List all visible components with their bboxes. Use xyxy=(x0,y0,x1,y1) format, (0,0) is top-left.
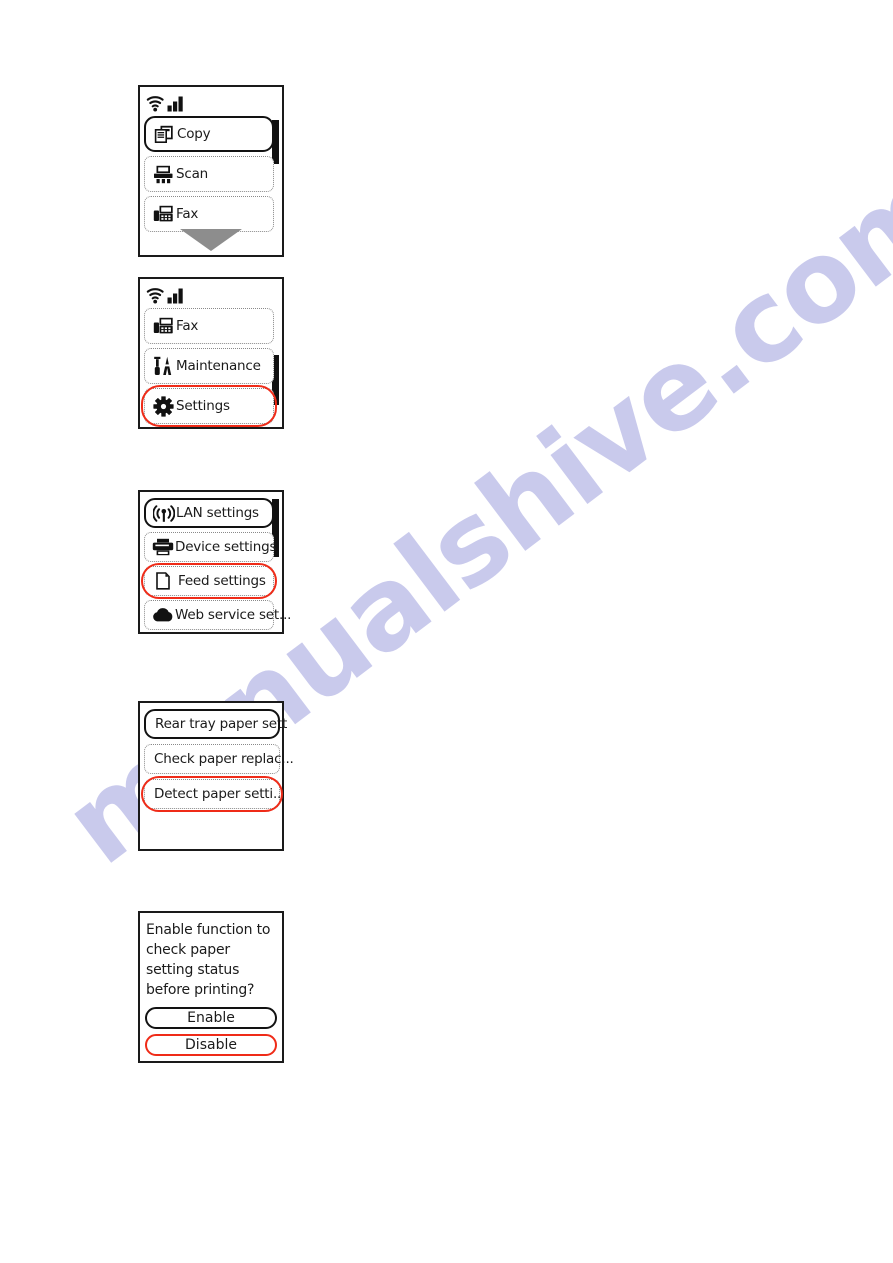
printer-screen-settings-menu: LAN settings Device settings Feed settin… xyxy=(138,490,291,634)
maintenance-icon xyxy=(151,353,175,379)
signal-bars-icon xyxy=(167,95,187,112)
menu-item-label: LAN settings xyxy=(176,505,259,521)
fax-icon xyxy=(151,201,175,227)
scan-icon xyxy=(151,161,175,187)
copy-icon xyxy=(152,121,176,147)
printer-screen-home-bottom: Fax Maintenance Settings xyxy=(138,277,284,429)
menu-list: Rear tray paper sett Check paper replac.… xyxy=(141,709,294,812)
menu-item-label: Copy xyxy=(177,126,211,142)
menu-item-feed-settings[interactable]: Feed settings xyxy=(141,563,277,599)
arrow-down-icon xyxy=(180,229,242,251)
menu-list: Fax Maintenance Settings xyxy=(141,308,277,427)
menu-item-fax[interactable]: Fax xyxy=(144,308,274,344)
page-watermark: manualshive.com xyxy=(0,0,893,1263)
menu-item-settings[interactable]: Settings xyxy=(141,385,277,427)
status-bar xyxy=(144,90,278,116)
printer-screen-home-top: Copy Scan Fax xyxy=(138,85,284,257)
menu-item-scan[interactable]: Scan xyxy=(144,156,274,192)
wifi-icon xyxy=(146,95,166,112)
menu-item-detect-paper-setting[interactable]: Detect paper setti... xyxy=(141,776,285,812)
menu-list: LAN settings Device settings Feed settin… xyxy=(141,498,291,630)
menu-item-label: Scan xyxy=(176,166,209,182)
menu-item-copy[interactable]: Copy xyxy=(144,116,274,152)
dialog-message: Enable function to check paper setting s… xyxy=(146,922,271,998)
menu-item-lan-settings[interactable]: LAN settings xyxy=(144,498,274,528)
wifi-icon xyxy=(146,287,166,304)
arrow-down-container xyxy=(140,229,282,251)
printer-icon xyxy=(151,534,175,560)
menu-item-label: Web service set... xyxy=(175,607,292,623)
menu-item-label: Settings xyxy=(176,398,230,414)
menu-item-rear-tray-paper-settings[interactable]: Rear tray paper sett xyxy=(144,709,287,739)
enable-button[interactable]: Enable xyxy=(145,1007,277,1029)
menu-item-label: Fax xyxy=(176,206,199,222)
gear-icon xyxy=(151,393,175,419)
printer-screen-detect-paper-dialog: Enable function to check paper setting s… xyxy=(138,911,284,1063)
status-bar xyxy=(144,282,278,308)
menu-item-label: Rear tray paper sett xyxy=(155,716,288,732)
menu-item-label: Fax xyxy=(176,318,199,334)
menu-item-label: Device settings xyxy=(175,539,277,555)
printer-screen-feed-settings: Rear tray paper sett Check paper replac.… xyxy=(138,701,294,851)
disable-button-label: Disable xyxy=(185,1037,237,1053)
menu-item-device-settings[interactable]: Device settings xyxy=(144,532,277,562)
menu-item-label: Check paper replac... xyxy=(154,751,294,767)
lan-icon xyxy=(152,500,176,526)
menu-item-fax[interactable]: Fax xyxy=(144,196,274,232)
menu-item-label: Maintenance xyxy=(176,358,261,374)
signal-bars-icon xyxy=(167,287,187,304)
menu-item-label: Detect paper setti... xyxy=(154,786,286,802)
enable-button-label: Enable xyxy=(187,1010,235,1026)
menu-item-check-paper-replacement[interactable]: Check paper replac... xyxy=(144,744,294,774)
fax-icon xyxy=(151,313,175,339)
cloud-icon xyxy=(151,602,175,628)
menu-list: Copy Scan Fax xyxy=(144,116,274,232)
menu-item-web-service-settings[interactable]: Web service set... xyxy=(144,600,291,630)
menu-item-label: Feed settings xyxy=(178,573,266,589)
menu-item-maintenance[interactable]: Maintenance xyxy=(144,348,274,384)
dialog-buttons: Enable Disable xyxy=(145,1007,277,1056)
paper-feed-icon xyxy=(151,568,175,594)
disable-button[interactable]: Disable xyxy=(145,1034,277,1056)
